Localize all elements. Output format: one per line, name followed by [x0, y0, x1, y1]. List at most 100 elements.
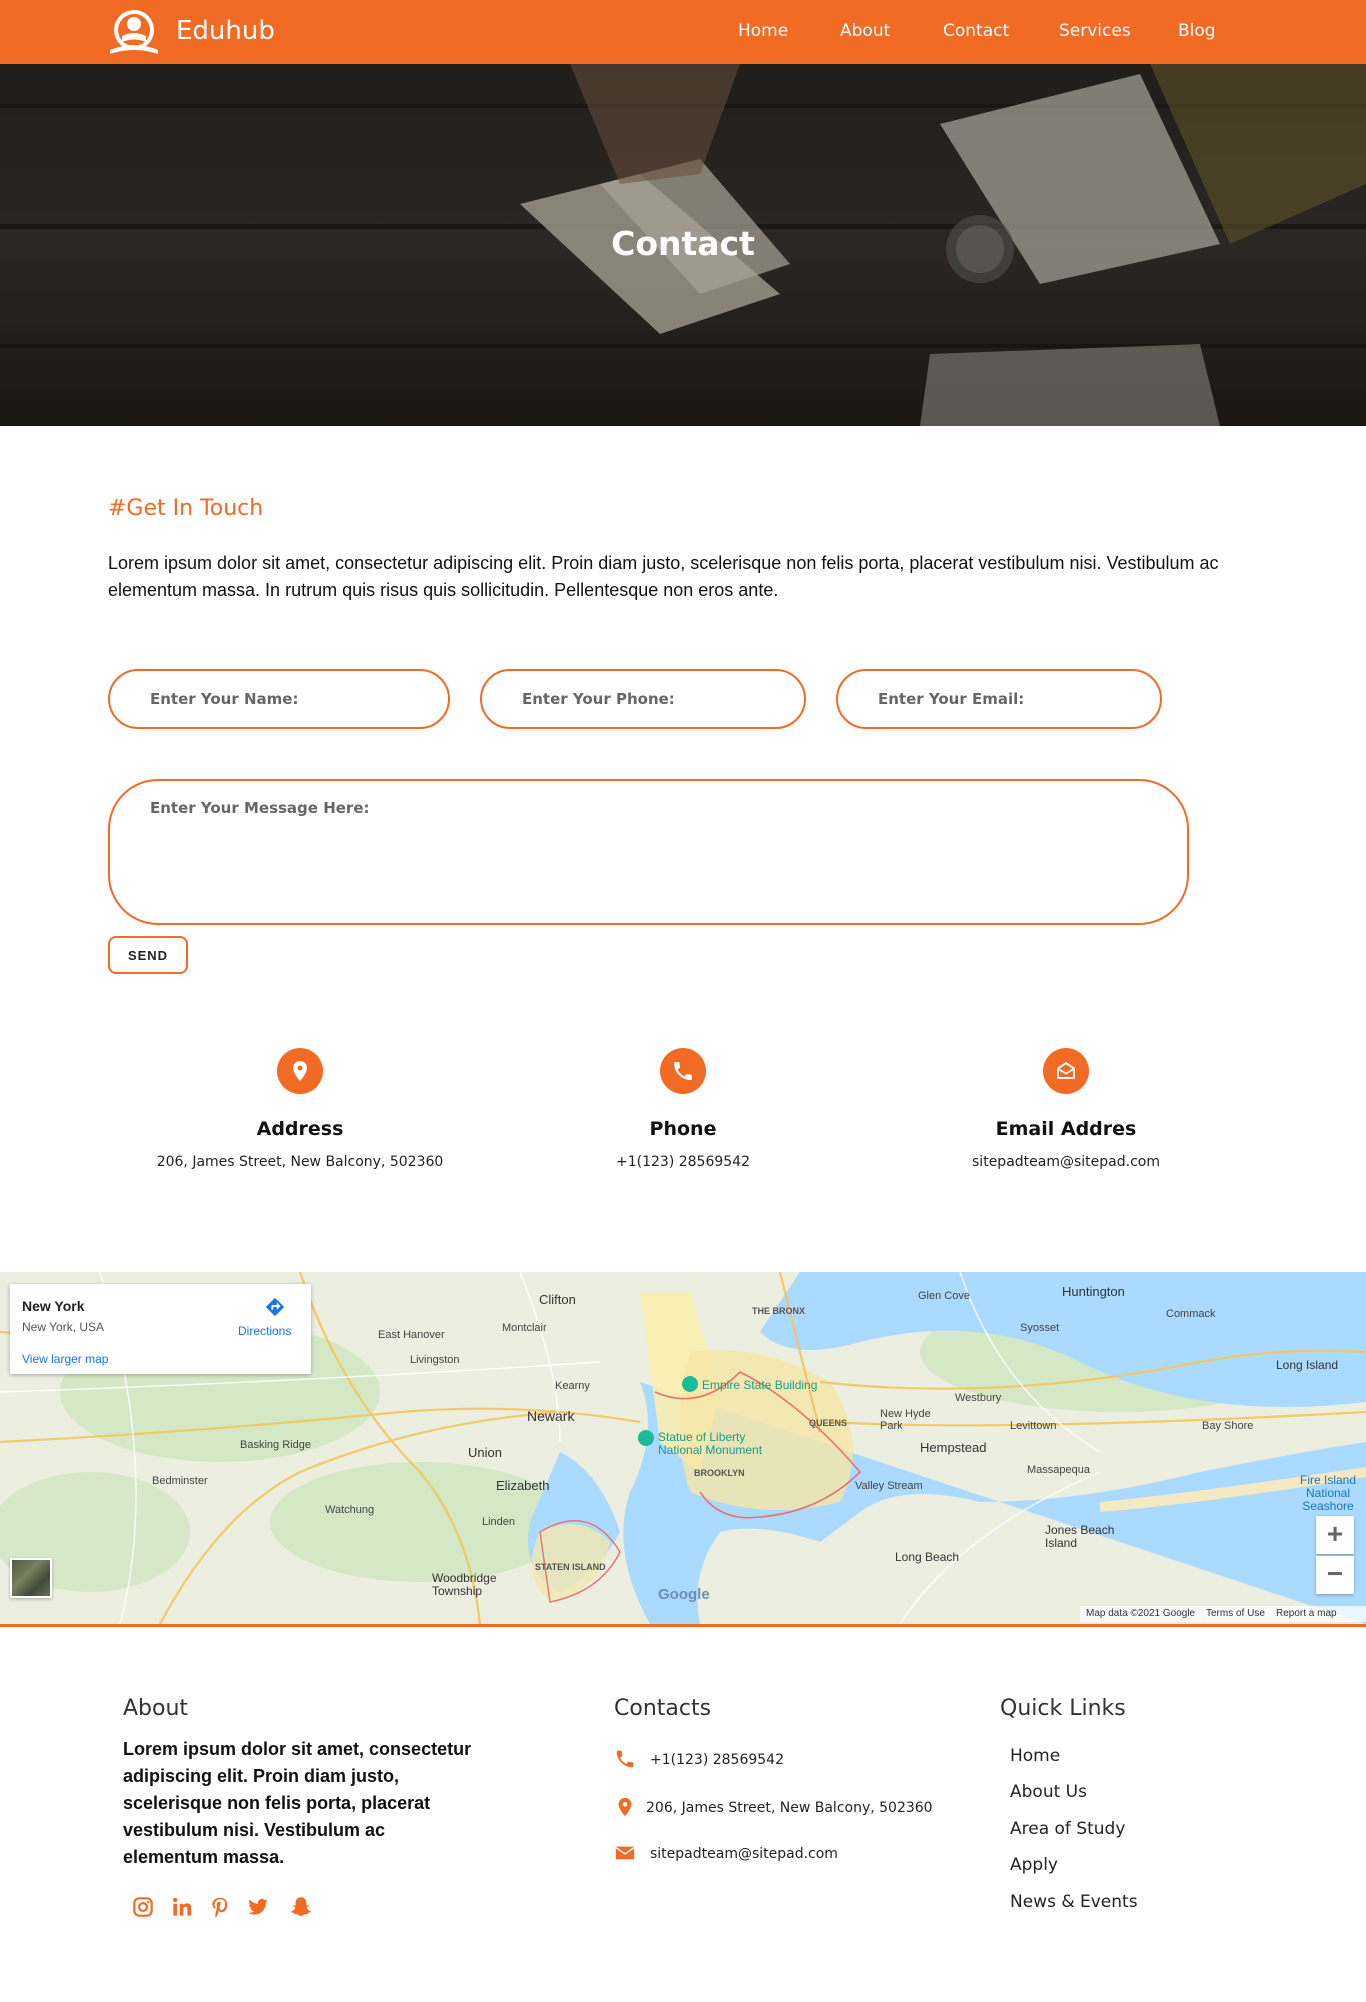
directions-link[interactable]: Directions: [238, 1324, 291, 1338]
intro-text: Lorem ipsum dolor sit amet, consectetur …: [108, 553, 1219, 600]
quick-link-about-us[interactable]: About Us: [1010, 1782, 1087, 1802]
address-text: 206, James Street, New Balcony, 502360: [156, 1154, 444, 1170]
map-label-syosset: Syosset: [1020, 1322, 1060, 1334]
hero-banner: Contact: [0, 64, 1366, 426]
map-label-bedminster: Bedminster: [152, 1475, 208, 1487]
footer-about-heading: About: [123, 1696, 189, 1721]
view-larger-map-link[interactable]: View larger map: [22, 1352, 108, 1366]
footer-address-text: 206, James Street, New Balcony, 502360: [646, 1800, 933, 1816]
footer-phone-row: +1(123) 28569542: [614, 1748, 914, 1772]
map-label-liberty: Statue of Liberty National Monument: [658, 1430, 763, 1457]
main-nav: Home About Contact Services Blog: [0, 21, 1366, 45]
map-label-basking-ridge: Basking Ridge: [240, 1439, 311, 1451]
map-label-massapequa: Massapequa: [1027, 1464, 1090, 1476]
nav-services[interactable]: Services: [1059, 21, 1131, 41]
instagram-icon[interactable]: [130, 1894, 156, 1920]
map-label-queens: QUEENS: [809, 1418, 848, 1428]
map-label-westbury: Westbury: [955, 1392, 1002, 1404]
address-title: Address: [256, 1118, 344, 1140]
map-label-elizabeth: Elizabeth: [496, 1478, 550, 1493]
envelope-icon: [615, 1846, 635, 1860]
location-pin-icon: [618, 1797, 632, 1817]
section-tag: #Get In Touch: [108, 496, 264, 521]
zoom-in-button[interactable]: +: [1316, 1516, 1354, 1554]
nav-blog[interactable]: Blog: [1178, 21, 1216, 41]
phone-icon: [674, 1062, 692, 1080]
map-label-new-hyde-park: New Hyde Park: [880, 1408, 931, 1432]
map-label-the-bronx: THE BRONX: [752, 1306, 806, 1316]
map-label-empire: Empire State Building: [702, 1378, 818, 1392]
map-label-valley-stream: Valley Stream: [855, 1480, 923, 1492]
email-icon-badge: [1043, 1048, 1089, 1094]
email-title: Email Addres: [995, 1118, 1137, 1140]
quick-link-home[interactable]: Home: [1010, 1746, 1060, 1766]
directions-icon[interactable]: [264, 1296, 286, 1318]
map-label-hempstead: Hempstead: [920, 1440, 987, 1455]
map-label-fire-island: Fire Island National Seashore: [1299, 1473, 1357, 1513]
name-input[interactable]: [108, 669, 450, 729]
zoom-out-button[interactable]: −: [1316, 1556, 1354, 1594]
footer-email-row: sitepadteam@sitepad.com: [614, 1842, 914, 1866]
site-header: Eduhub Home About Contact Services Blog: [0, 0, 1366, 64]
phone-text: +1(123) 28569542: [616, 1154, 750, 1170]
quick-link-news-events[interactable]: News & Events: [1010, 1892, 1138, 1912]
footer-address-row: 206, James Street, New Balcony, 502360: [614, 1796, 954, 1820]
quick-link-area-of-study[interactable]: Area of Study: [1010, 1819, 1125, 1839]
map-label-long-island: Long Island: [1276, 1358, 1339, 1372]
map-label-east-hanover: East Hanover: [378, 1329, 445, 1341]
footer-about-text: Lorem ipsum dolor sit amet, consectetur …: [123, 1739, 472, 1867]
map-label-glen-cove: Glen Cove: [918, 1290, 970, 1302]
map-label-jones-beach: Jones Beach Island: [1045, 1523, 1115, 1550]
nav-home[interactable]: Home: [738, 21, 788, 41]
satellite-view-toggle[interactable]: [10, 1558, 52, 1598]
map-place-name: New York: [22, 1298, 85, 1314]
phone-title: Phone: [649, 1118, 717, 1140]
map-place-card: New York New York, USA View larger map D…: [10, 1284, 311, 1374]
map-attribution: Map data ©2021 Google: [1080, 1606, 1202, 1622]
email-input[interactable]: [836, 669, 1162, 729]
send-button[interactable]: SEND: [108, 936, 188, 974]
nav-contact[interactable]: Contact: [943, 21, 1009, 41]
map-label-clifton: Clifton: [539, 1292, 576, 1307]
snapchat-icon[interactable]: [288, 1894, 314, 1920]
address-icon-badge: [277, 1048, 323, 1094]
map-label-watchung: Watchung: [325, 1504, 375, 1516]
location-pin-icon: [293, 1061, 307, 1081]
map-label-union: Union: [468, 1445, 502, 1460]
footer-phone-text: +1(123) 28569542: [650, 1752, 784, 1768]
phone-icon: [616, 1750, 634, 1768]
map-label-commack: Commack: [1166, 1308, 1216, 1320]
map-place-sub: New York, USA: [22, 1320, 105, 1334]
nav-about[interactable]: About: [840, 21, 890, 41]
phone-input[interactable]: [480, 669, 806, 729]
map-label-brooklyn: BROOKLYN: [694, 1468, 745, 1478]
map-label-newark: Newark: [527, 1408, 575, 1424]
message-textarea[interactable]: [108, 779, 1189, 925]
envelope-open-icon: [1057, 1062, 1075, 1079]
map-label-long-beach: Long Beach: [895, 1550, 960, 1564]
page-title: Contact: [611, 224, 755, 263]
google-map[interactable]: Clifton Montclair East Hanover Livingsto…: [0, 1272, 1366, 1624]
map-label-montclair: Montclair: [502, 1322, 547, 1334]
twitter-icon[interactable]: [245, 1894, 271, 1920]
footer-quick-links-heading: Quick Links: [1000, 1696, 1126, 1721]
map-label-woodbridge: Woodbridge Township: [432, 1571, 497, 1598]
pinterest-icon[interactable]: [207, 1894, 233, 1920]
map-label-livingston: Livingston: [410, 1354, 460, 1366]
map-label-huntington: Huntington: [1062, 1284, 1125, 1299]
map-label-levittown: Levittown: [1010, 1420, 1057, 1432]
map-label-bay-shore: Bay Shore: [1202, 1420, 1254, 1432]
footer-contacts-heading: Contacts: [614, 1696, 712, 1721]
quick-link-apply[interactable]: Apply: [1010, 1855, 1058, 1875]
map-report-link[interactable]: Report a map error: [1270, 1606, 1366, 1622]
map-divider: [0, 1624, 1366, 1627]
map-label-staten-island: STATEN ISLAND: [535, 1562, 606, 1572]
email-text: sitepadteam@sitepad.com: [972, 1154, 1160, 1170]
linkedin-icon[interactable]: [169, 1894, 195, 1920]
map-label-linden: Linden: [482, 1516, 516, 1528]
map-terms-link[interactable]: Terms of Use: [1200, 1606, 1271, 1622]
phone-icon-badge: [660, 1048, 706, 1094]
map-label-kearny: Kearny: [555, 1380, 590, 1392]
footer-email-text: sitepadteam@sitepad.com: [650, 1846, 838, 1862]
google-logo: Google: [658, 1586, 710, 1603]
